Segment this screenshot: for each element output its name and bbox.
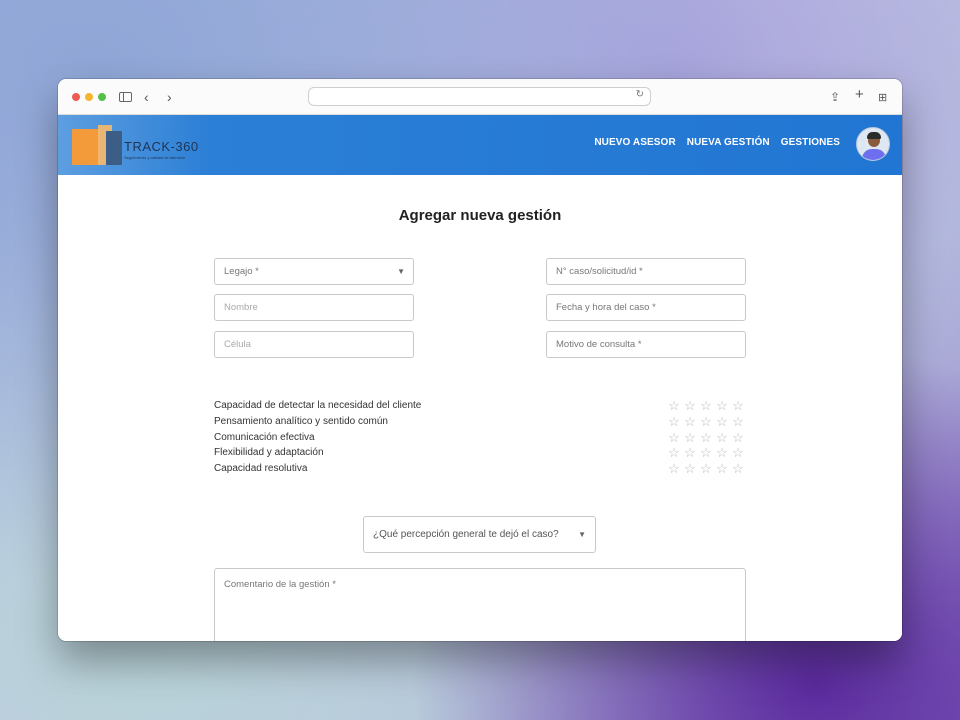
nav-gestiones[interactable]: GESTIONES bbox=[781, 137, 840, 148]
nombre-placeholder: Nombre bbox=[224, 302, 258, 313]
star-outline-icon[interactable]: ☆ bbox=[715, 399, 729, 412]
star-outline-icon[interactable]: ☆ bbox=[699, 415, 713, 428]
logo-title: TRACK-360 bbox=[124, 139, 199, 154]
logo-subtitle: Seguimiento y calidad de atención bbox=[124, 155, 185, 160]
star-outline-icon[interactable]: ☆ bbox=[667, 399, 681, 412]
star-outline-icon[interactable]: ☆ bbox=[667, 415, 681, 428]
logo[interactable]: TRACK-360 Seguimiento y calidad de atenc… bbox=[72, 125, 202, 165]
perception-label: ¿Qué percepción general te dejó el caso? bbox=[373, 529, 559, 540]
caret-down-icon: ▼ bbox=[397, 267, 405, 276]
criteria-label-5: Capacidad resolutiva bbox=[214, 463, 308, 474]
nav-nuevo-asesor[interactable]: NUEVO ASESOR bbox=[594, 137, 675, 148]
star-outline-icon[interactable]: ☆ bbox=[715, 415, 729, 428]
rating-stars-1: ☆ ☆ ☆ ☆ ☆ bbox=[667, 399, 745, 412]
reload-icon[interactable]: ↻ bbox=[636, 89, 644, 100]
star-outline-icon[interactable]: ☆ bbox=[731, 415, 745, 428]
tab-overview-icon[interactable]: ⊞ bbox=[878, 89, 887, 107]
star-outline-icon[interactable]: ☆ bbox=[683, 431, 697, 444]
star-outline-icon[interactable]: ☆ bbox=[667, 446, 681, 459]
criteria-label-2: Pensamiento analítico y sentido común bbox=[214, 416, 388, 427]
star-outline-icon[interactable]: ☆ bbox=[699, 431, 713, 444]
caso-input[interactable]: N° caso/solicitud/id * bbox=[546, 258, 746, 285]
star-outline-icon[interactable]: ☆ bbox=[731, 446, 745, 459]
fecha-input[interactable]: Fecha y hora del caso * bbox=[546, 294, 746, 321]
celula-placeholder: Célula bbox=[224, 339, 251, 350]
logo-block-orange bbox=[72, 129, 100, 165]
new-tab-icon[interactable]: + bbox=[855, 86, 864, 104]
rating-stars-4: ☆ ☆ ☆ ☆ ☆ bbox=[667, 446, 745, 459]
star-outline-icon[interactable]: ☆ bbox=[699, 462, 713, 475]
perception-select[interactable]: ¿Qué percepción general te dejó el caso?… bbox=[363, 516, 596, 553]
star-outline-icon[interactable]: ☆ bbox=[715, 446, 729, 459]
star-outline-icon[interactable]: ☆ bbox=[715, 462, 729, 475]
minimize-window-button[interactable] bbox=[85, 93, 93, 101]
legajo-select[interactable]: Legajo * ▼ bbox=[214, 258, 414, 285]
maximize-window-button[interactable] bbox=[98, 93, 106, 101]
app-header: TRACK-360 Seguimiento y calidad de atenc… bbox=[58, 115, 902, 175]
back-icon[interactable]: ‹ bbox=[144, 88, 149, 106]
sidebar-toggle-icon[interactable] bbox=[119, 92, 132, 102]
rating-stars-5: ☆ ☆ ☆ ☆ ☆ bbox=[667, 462, 745, 475]
fecha-label: Fecha y hora del caso * bbox=[556, 302, 656, 313]
star-outline-icon[interactable]: ☆ bbox=[731, 399, 745, 412]
motivo-input[interactable]: Motivo de consulta * bbox=[546, 331, 746, 358]
address-bar[interactable]: ↻ bbox=[308, 87, 651, 106]
share-icon[interactable]: ⇪ bbox=[830, 88, 840, 106]
star-outline-icon[interactable]: ☆ bbox=[683, 446, 697, 459]
main-nav: NUEVO ASESOR NUEVA GESTIÓN GESTIONES bbox=[594, 137, 840, 148]
motivo-label: Motivo de consulta * bbox=[556, 339, 642, 350]
logo-block-dark bbox=[106, 131, 122, 165]
star-outline-icon[interactable]: ☆ bbox=[715, 431, 729, 444]
rating-stars-2: ☆ ☆ ☆ ☆ ☆ bbox=[667, 415, 745, 428]
criteria-label-4: Flexibilidad y adaptación bbox=[214, 447, 324, 458]
criteria-label-3: Comunicación efectiva bbox=[214, 432, 315, 443]
forward-icon[interactable]: › bbox=[167, 88, 172, 106]
nombre-input[interactable]: Nombre bbox=[214, 294, 414, 321]
star-outline-icon[interactable]: ☆ bbox=[683, 462, 697, 475]
close-window-button[interactable] bbox=[72, 93, 80, 101]
browser-titlebar: ‹ › ↻ ⇪ + ⊞ bbox=[58, 79, 902, 115]
star-outline-icon[interactable]: ☆ bbox=[699, 446, 713, 459]
comment-textarea[interactable]: Comentario de la gestión * bbox=[214, 568, 746, 641]
avatar-hair bbox=[867, 132, 881, 139]
star-outline-icon[interactable]: ☆ bbox=[731, 431, 745, 444]
star-outline-icon[interactable]: ☆ bbox=[683, 415, 697, 428]
star-outline-icon[interactable]: ☆ bbox=[667, 462, 681, 475]
star-outline-icon[interactable]: ☆ bbox=[699, 399, 713, 412]
page-title: Agregar nueva gestión bbox=[398, 207, 562, 224]
caso-label: N° caso/solicitud/id * bbox=[556, 266, 643, 277]
browser-window: ‹ › ↻ ⇪ + ⊞ TRACK-360 Seguimiento y cali… bbox=[58, 79, 902, 641]
star-outline-icon[interactable]: ☆ bbox=[683, 399, 697, 412]
rating-stars-3: ☆ ☆ ☆ ☆ ☆ bbox=[667, 431, 745, 444]
caret-down-icon: ▼ bbox=[578, 530, 586, 539]
comment-label: Comentario de la gestión * bbox=[224, 579, 336, 590]
star-outline-icon[interactable]: ☆ bbox=[731, 462, 745, 475]
nav-nueva-gestion[interactable]: NUEVA GESTIÓN bbox=[687, 137, 770, 148]
user-avatar[interactable] bbox=[856, 127, 890, 161]
avatar-body bbox=[862, 149, 886, 160]
criteria-label-1: Capacidad de detectar la necesidad del c… bbox=[214, 400, 422, 411]
form-page: Agregar nueva gestión Legajo * ▼ Nombre … bbox=[58, 175, 902, 641]
legajo-label: Legajo * bbox=[224, 266, 259, 277]
celula-input[interactable]: Célula bbox=[214, 331, 414, 358]
star-outline-icon[interactable]: ☆ bbox=[667, 431, 681, 444]
